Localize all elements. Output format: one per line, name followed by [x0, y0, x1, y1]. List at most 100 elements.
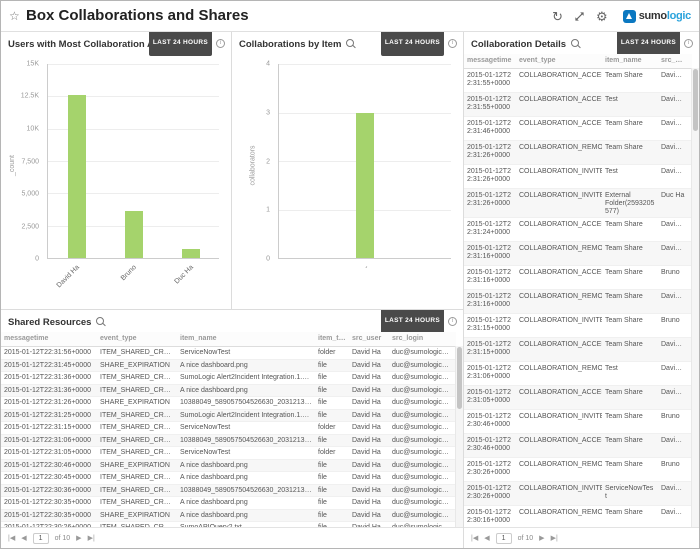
column-header-event_type[interactable]: event_type: [516, 54, 602, 68]
table-cell: David Ha: [658, 218, 688, 230]
table-cell: duc@sumologic.com: [389, 460, 453, 472]
table-row[interactable]: 2015-01-12T22:30:46+0000COLLABORATION_IN…: [464, 410, 692, 434]
table-cell: David Ha: [658, 434, 688, 446]
last-page-button[interactable]: ▶|: [551, 534, 558, 542]
logo-text-sumo: sumo: [639, 10, 667, 22]
table-row[interactable]: 2015-01-12T22:30:26+0000COLLABORATION_IN…: [464, 482, 692, 506]
table-row[interactable]: 2015-01-12T22:31:55+0000COLLABORATION_AC…: [464, 69, 692, 93]
info-icon[interactable]: [216, 39, 225, 48]
table-row[interactable]: 2015-01-12T22:31:26+0000COLLABORATION_IN…: [464, 165, 692, 189]
table-row[interactable]: 2015-01-12T22:31:15+0000ITEM_SHARED_CREA…: [1, 422, 456, 435]
table-row[interactable]: 2015-01-12T22:30:46+0000COLLABORATION_AC…: [464, 434, 692, 458]
search-icon[interactable]: [96, 317, 104, 325]
expand-icon[interactable]: [574, 11, 585, 22]
table-cell: SumoLogic Alert2Incident Integration.1.0…: [177, 372, 315, 384]
table-cell: Team Share: [602, 458, 658, 470]
table-row[interactable]: 2015-01-12T22:31:06+0000COLLABORATION_RE…: [464, 362, 692, 386]
column-header-src_user[interactable]: src_user: [658, 54, 688, 68]
table-row[interactable]: 2015-01-12T22:31:05+0000ITEM_SHARED_CREA…: [1, 447, 456, 460]
table-row[interactable]: 2015-01-12T22:31:45+0000SHARE_EXPIRATION…: [1, 360, 456, 373]
page-count: of 10: [518, 535, 534, 542]
table-cell: file: [315, 410, 349, 422]
table-row[interactable]: 2015-01-12T22:31:16+0000COLLABORATION_AC…: [464, 266, 692, 290]
prev-page-button[interactable]: ◀: [484, 534, 489, 542]
table-cell: Bruno: [658, 266, 688, 278]
column-header-item_name[interactable]: item_name: [602, 54, 658, 68]
table-row[interactable]: 2015-01-12T22:31:36+0000ITEM_SHARED_CREA…: [1, 385, 456, 398]
table-cell: 2015-01-12T22:30:35+0000: [1, 510, 97, 522]
refresh-icon[interactable]: ↻: [552, 10, 563, 23]
table-row[interactable]: 2015-01-12T22:30:46+0000SHARE_EXPIRATION…: [1, 460, 456, 473]
table-row[interactable]: 2015-01-12T22:30:35+0000SHARE_EXPIRATION…: [1, 510, 456, 523]
table-row[interactable]: 2015-01-12T22:31:05+0000COLLABORATION_AC…: [464, 386, 692, 410]
table-cell: COLLABORATION_INVITE: [516, 165, 602, 177]
next-page-button[interactable]: ▶: [76, 534, 81, 542]
table-cell: folder: [315, 422, 349, 434]
table-cell: ITEM_SHARED_CREATE: [97, 347, 177, 359]
last-page-button[interactable]: ▶|: [88, 534, 95, 542]
table-row[interactable]: 2015-01-12T22:31:15+0000COLLABORATION_IN…: [464, 314, 692, 338]
table-cell: Test: [602, 93, 658, 105]
bar-David Ha[interactable]: [68, 95, 86, 258]
column-header-messagetime[interactable]: messagetime: [1, 332, 97, 346]
bar-Duc Ha[interactable]: [182, 249, 200, 258]
settings-gear-icon[interactable]: ⚙: [596, 10, 608, 23]
y-tick-label: 5,000: [21, 190, 39, 197]
prev-page-button[interactable]: ◀: [21, 534, 26, 542]
column-header-messagetime[interactable]: messagetime: [464, 54, 516, 68]
bar--[interactable]: [356, 113, 374, 259]
column-header-event_type[interactable]: event_type: [97, 332, 177, 346]
table-row[interactable]: 2015-01-12T22:31:26+0000COLLABORATION_RE…: [464, 141, 692, 165]
vertical-scrollbar[interactable]: [455, 346, 463, 528]
sumologic-logo: sumo logic: [623, 10, 691, 23]
column-header-src_login[interactable]: src_login: [389, 332, 453, 346]
table-cell: 2015-01-12T22:31:46+0000: [464, 117, 516, 137]
table-row[interactable]: 2015-01-12T22:30:36+0000ITEM_SHARED_CREA…: [1, 485, 456, 498]
panel-title: Collaborations by Item: [239, 39, 341, 50]
table-row[interactable]: 2015-01-12T22:31:46+0000COLLABORATION_AC…: [464, 117, 692, 141]
table-row[interactable]: 2015-01-12T22:30:45+0000ITEM_SHARED_CREA…: [1, 472, 456, 485]
y-tick-label: 7,500: [21, 158, 39, 165]
column-header-item_type[interactable]: item_type: [315, 332, 349, 346]
search-icon[interactable]: [346, 39, 354, 47]
search-icon[interactable]: [571, 39, 579, 47]
column-header-src_user[interactable]: src_user: [349, 332, 389, 346]
favorite-star-icon[interactable]: ☆: [9, 9, 20, 23]
table-row[interactable]: 2015-01-12T22:31:26+0000COLLABORATION_IN…: [464, 189, 692, 218]
table-row[interactable]: 2015-01-12T22:31:56+0000ITEM_SHARED_CREA…: [1, 347, 456, 360]
table-row[interactable]: 2015-01-12T22:31:25+0000ITEM_SHARED_CREA…: [1, 410, 456, 423]
table-row[interactable]: 2015-01-12T22:31:55+0000COLLABORATION_AC…: [464, 93, 692, 117]
column-header-item_name[interactable]: item_name: [177, 332, 315, 346]
table-row[interactable]: 2015-01-12T22:31:15+0000COLLABORATION_AC…: [464, 338, 692, 362]
table-cell: 2015-01-12T22:31:16+0000: [464, 242, 516, 262]
table-row[interactable]: 2015-01-12T22:31:26+0000SHARE_EXPIRATION…: [1, 397, 456, 410]
info-icon[interactable]: [448, 39, 457, 48]
page-title: Box Collaborations and Shares: [26, 7, 249, 24]
table-cell: COLLABORATION_REMOVE: [516, 506, 602, 518]
next-page-button[interactable]: ▶: [539, 534, 544, 542]
table-row[interactable]: 2015-01-12T22:31:16+0000COLLABORATION_RE…: [464, 290, 692, 314]
first-page-button[interactable]: |◀: [8, 534, 15, 542]
table-cell: David Ha: [349, 460, 389, 472]
vertical-scrollbar[interactable]: [691, 68, 699, 528]
table-row[interactable]: 2015-01-12T22:31:24+0000COLLABORATION_AC…: [464, 218, 692, 242]
table-row[interactable]: 2015-01-12T22:31:16+0000COLLABORATION_RE…: [464, 242, 692, 266]
page-input[interactable]: 1: [496, 533, 512, 544]
info-icon[interactable]: [448, 317, 457, 326]
table-row[interactable]: 2015-01-12T22:30:16+0000COLLABORATION_RE…: [464, 506, 692, 528]
first-page-button[interactable]: |◀: [471, 534, 478, 542]
scrollbar-thumb[interactable]: [457, 347, 462, 409]
table-row[interactable]: 2015-01-12T22:31:36+0000ITEM_SHARED_CREA…: [1, 372, 456, 385]
table-cell: Team Share: [602, 338, 658, 350]
info-icon[interactable]: [684, 39, 693, 48]
table-row[interactable]: 2015-01-12T22:31:06+0000ITEM_SHARED_CREA…: [1, 435, 456, 448]
table-cell: 2015-01-12T22:30:16+0000: [464, 506, 516, 526]
table-row[interactable]: 2015-01-12T22:30:35+0000ITEM_SHARED_CREA…: [1, 497, 456, 510]
page-input[interactable]: 1: [33, 533, 49, 544]
table-cell: 2015-01-12T22:31:45+0000: [1, 360, 97, 372]
table-cell: 10388049_589057504526630_2031213996_n.jp…: [177, 435, 315, 447]
bar-Bruno[interactable]: [125, 211, 143, 258]
table-row[interactable]: 2015-01-12T22:30:26+0000COLLABORATION_RE…: [464, 458, 692, 482]
table-cell: David Ha: [349, 472, 389, 484]
scrollbar-thumb[interactable]: [693, 69, 698, 131]
